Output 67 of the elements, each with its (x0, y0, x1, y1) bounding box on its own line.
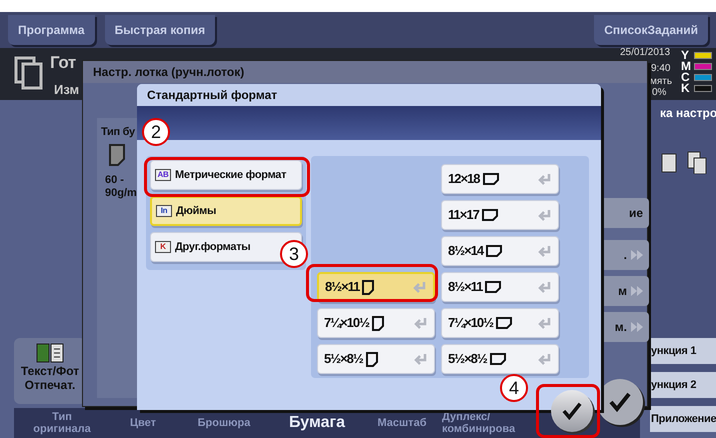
highlight-frame (536, 384, 600, 438)
book-icon (36, 342, 64, 364)
checkmark-icon (562, 402, 582, 420)
paper-size-button[interactable]: 8½×11 (317, 272, 435, 302)
portrait-paper-icon (366, 352, 378, 366)
double-arrow-icon (631, 322, 643, 332)
double-arrow-icon (631, 286, 643, 296)
bottom-tab[interactable]: Масштаб (362, 408, 442, 438)
paper-size-button[interactable]: 8½×14 (441, 236, 559, 266)
return-arrow-icon (538, 353, 552, 365)
function-key[interactable]: ункция 1 (650, 338, 716, 364)
function-key[interactable]: ункция 2 (650, 372, 716, 398)
landscape-paper-icon (496, 317, 512, 329)
return-arrow-icon (414, 317, 428, 329)
paper-size-button[interactable]: 8½×11 (441, 272, 559, 302)
paper-weight: 60 - 90g/m (105, 174, 137, 200)
paper-size-button[interactable]: 5½×8½ (441, 344, 559, 374)
bottom-tab[interactable]: Брошюра (176, 408, 272, 438)
dialog-title: Настр. лотка (ручн.лоток) (83, 61, 647, 83)
toner-label: Y (681, 50, 690, 61)
landscape-paper-icon (486, 245, 502, 257)
paper-size-button[interactable]: 7¼×10½ (317, 308, 435, 338)
bottom-tab[interactable]: Дуплекс/ комбинирова (442, 408, 522, 438)
return-arrow-icon (413, 281, 427, 293)
ok-button[interactable] (551, 390, 593, 432)
status-subtitle: Изм (54, 81, 80, 99)
landscape-paper-icon (482, 173, 499, 185)
paper-size-button[interactable]: 11×17 (441, 200, 559, 230)
return-arrow-icon (538, 209, 552, 221)
return-arrow-icon (538, 245, 552, 257)
time-text: 9:40 (651, 62, 670, 76)
paper-type-label: Тип бу (101, 125, 135, 140)
dialog-title: Стандартный формат (137, 84, 601, 106)
format-badge: In (156, 205, 172, 217)
return-arrow-icon (538, 281, 552, 293)
top-bar-button[interactable]: Программа (8, 15, 95, 45)
function-key[interactable]: Приложение (650, 406, 716, 432)
return-arrow-icon (538, 173, 552, 185)
return-arrow-icon (414, 353, 428, 365)
status-title: Гот (50, 52, 76, 74)
portrait-paper-icon (372, 316, 384, 330)
paper-size-button[interactable]: 7¼×10½ (441, 308, 559, 338)
date-text: 25/01/2013 (620, 47, 670, 59)
category-button[interactable]: In Дюймы (150, 196, 302, 226)
copy-icon (14, 56, 44, 90)
toner-label: M (681, 61, 691, 72)
top-bar-button[interactable]: СписокЗаданий (594, 15, 708, 45)
portrait-paper-icon (362, 280, 374, 294)
category-button[interactable]: AB Метрические формат (150, 160, 302, 190)
bottom-tab[interactable]: Тип оригинала (14, 408, 110, 438)
toner-label: C (681, 72, 691, 83)
bottom-tab[interactable]: Цвет (110, 408, 176, 438)
format-badge: AB (155, 169, 171, 181)
paper-size-button[interactable]: 5½×8½ (317, 344, 435, 374)
toner-label: K (681, 83, 691, 94)
bottom-tab[interactable]: Бумага (272, 408, 362, 438)
landscape-paper-icon (485, 281, 502, 293)
return-arrow-icon (538, 317, 552, 329)
memory-value: 0% (652, 86, 666, 100)
paper-icon (109, 144, 125, 166)
double-arrow-icon (631, 250, 643, 260)
checkmark-icon (609, 392, 631, 412)
top-bar-button[interactable]: Быстрая копия (104, 15, 216, 45)
landscape-paper-icon (490, 353, 506, 365)
paper-size-button[interactable]: 12×18 (441, 164, 559, 194)
format-badge: K (155, 241, 171, 253)
landscape-paper-icon (482, 209, 498, 221)
